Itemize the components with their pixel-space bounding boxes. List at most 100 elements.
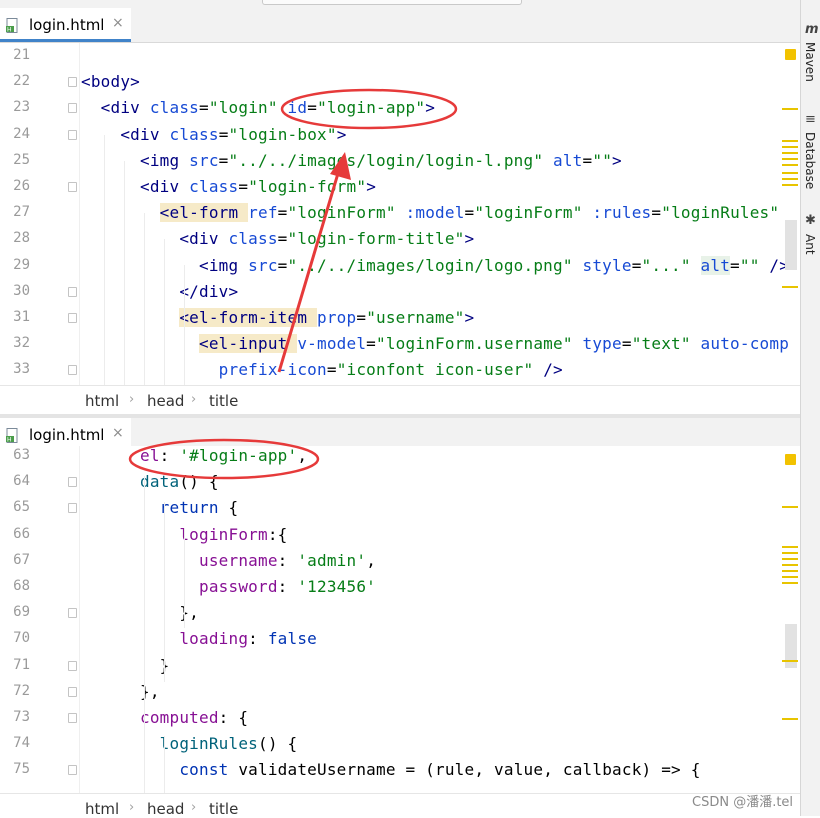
breadcrumb-item-title[interactable]: title [209,392,238,410]
code-line[interactable]: 33 prefix-icon="iconfont icon-user" /> [0,357,800,383]
line-number[interactable]: 68 [0,578,30,594]
fold-marker-icon[interactable] [68,686,77,697]
line-number[interactable]: 27 [0,204,30,220]
fold-marker-icon[interactable] [68,365,77,376]
fold-marker-icon[interactable] [68,713,77,723]
code-line[interactable]: 72 }, [0,679,800,705]
code-text: el: '#login-app', [140,446,308,465]
database-icon: ≡ [805,112,816,127]
fold-marker-icon[interactable] [68,286,77,297]
bottom-inspection-marker[interactable] [785,454,796,465]
fold-marker-icon[interactable] [68,503,77,514]
stripe-mark [782,140,798,142]
top-toolbar-strip [0,0,800,8]
code-line[interactable]: 24 <div class="login-box"> [0,122,800,148]
line-number[interactable]: 65 [0,499,30,515]
code-line[interactable]: 27 <el-form ref="loginForm" :model="logi… [0,200,800,226]
fold-marker-icon[interactable] [68,660,77,671]
code-line[interactable]: 63 el: '#login-app', [0,446,800,469]
code-line[interactable]: 67 username: 'admin', [0,548,800,574]
breadcrumb-item-head[interactable]: head [147,800,184,818]
code-line[interactable]: 64 data() { [0,469,800,495]
stripe-mark [782,546,798,548]
top-code-editor[interactable]: 21 22 <body> 23 <div class="login" id="logi… [0,43,800,385]
code-line[interactable]: 30 </div> [0,279,800,305]
code-line[interactable]: 22 <body> [0,69,800,95]
line-number[interactable]: 73 [0,709,30,725]
line-number[interactable]: 25 [0,152,30,168]
code-line[interactable]: 68 password: '123456' [0,574,800,600]
code-line[interactable]: 31 <el-form-item prop="username"> [0,305,800,331]
line-number[interactable]: 33 [0,361,30,377]
line-number[interactable]: 71 [0,657,30,673]
code-line[interactable]: 73 computed: { [0,705,800,731]
code-line[interactable]: 75 const validateUsername = (rule, value… [0,757,800,783]
stripe-mark [782,286,798,288]
code-line[interactable]: 71 } [0,653,800,679]
line-number[interactable]: 28 [0,230,30,246]
line-number[interactable]: 23 [0,99,30,115]
maven-tool-button[interactable]: Maven [803,42,817,82]
code-line[interactable]: 29 <img src="../../images/login/logo.png… [0,253,800,279]
code-text: loading: false [179,629,318,649]
top-scrollbar-thumb[interactable] [785,220,797,270]
line-number[interactable]: 22 [0,73,30,89]
fold-marker-icon[interactable] [68,313,77,323]
fold-marker-icon[interactable] [68,182,77,192]
fold-marker-icon[interactable] [68,103,77,114]
stripe-mark [782,152,798,154]
ant-icon: ✱ [805,213,816,228]
stripe-mark [782,558,798,560]
code-line[interactable]: 32 <el-input v-model="loginForm.username… [0,331,800,357]
fold-marker-icon[interactable] [68,608,77,619]
top-inspection-marker[interactable] [785,49,796,60]
code-text: <el-form-item prop="username"> [179,308,475,327]
fold-marker-icon[interactable] [68,477,77,488]
line-number[interactable]: 72 [0,683,30,699]
fold-marker-icon[interactable] [68,129,77,140]
code-line[interactable]: 26 <div class="login-form"> [0,174,800,200]
breadcrumb-item-html[interactable]: html [85,392,119,410]
code-line[interactable]: 66 loginForm:{ [0,522,800,548]
ant-tool-button[interactable]: Ant [803,234,817,255]
breadcrumb-item-head[interactable]: head [147,392,184,410]
indent-guide [164,736,165,793]
line-number[interactable]: 69 [0,604,30,620]
line-number[interactable]: 64 [0,473,30,489]
line-number[interactable]: 74 [0,735,30,751]
breadcrumb-item-html[interactable]: html [85,800,119,818]
fold-marker-icon[interactable] [68,765,77,776]
code-text: }, [81,681,160,701]
code-line[interactable]: 65 return { [0,495,800,521]
top-file-tab[interactable]: H login.html × [0,8,131,42]
close-icon[interactable]: × [112,15,124,31]
code-line[interactable]: 70 loading: false [0,626,800,652]
line-number[interactable]: 21 [0,47,30,63]
line-number[interactable]: 29 [0,257,30,273]
code-line[interactable]: 25 <img src="../../images/login/login-l.… [0,148,800,174]
code-line[interactable]: 23 <div class="login" id="login-app"> [0,95,800,121]
breadcrumb-item-title[interactable]: title [209,800,238,818]
fold-marker-icon[interactable] [68,77,77,88]
line-number[interactable]: 70 [0,630,30,646]
line-number[interactable]: 30 [0,283,30,299]
line-number[interactable]: 32 [0,335,30,351]
line-number[interactable]: 75 [0,761,30,777]
code-line[interactable]: 74 loginRules() { [0,731,800,757]
code-line[interactable]: 21 [0,43,800,69]
close-icon[interactable]: × [112,425,124,441]
database-tool-button[interactable]: Database [803,132,817,189]
code-text: <img src="../../images/login/logo.png" s… [199,255,790,275]
top-breadcrumb: html › head › title [0,385,800,416]
indent-guide [164,502,165,682]
code-line[interactable]: 69 }, [0,600,800,626]
bottom-code-editor[interactable]: 63 el: '#login-app', 64 data() {65 return… [0,446,800,793]
line-number[interactable]: 26 [0,178,30,194]
line-number[interactable]: 67 [0,552,30,568]
line-number[interactable]: 66 [0,526,30,542]
line-number[interactable]: 63 [0,447,30,463]
code-text: <img src="../../images/login/login-l.png… [140,150,622,170]
code-line[interactable]: 28 <div class="login-form-title"> [0,226,800,252]
line-number[interactable]: 24 [0,126,30,142]
line-number[interactable]: 31 [0,309,30,325]
